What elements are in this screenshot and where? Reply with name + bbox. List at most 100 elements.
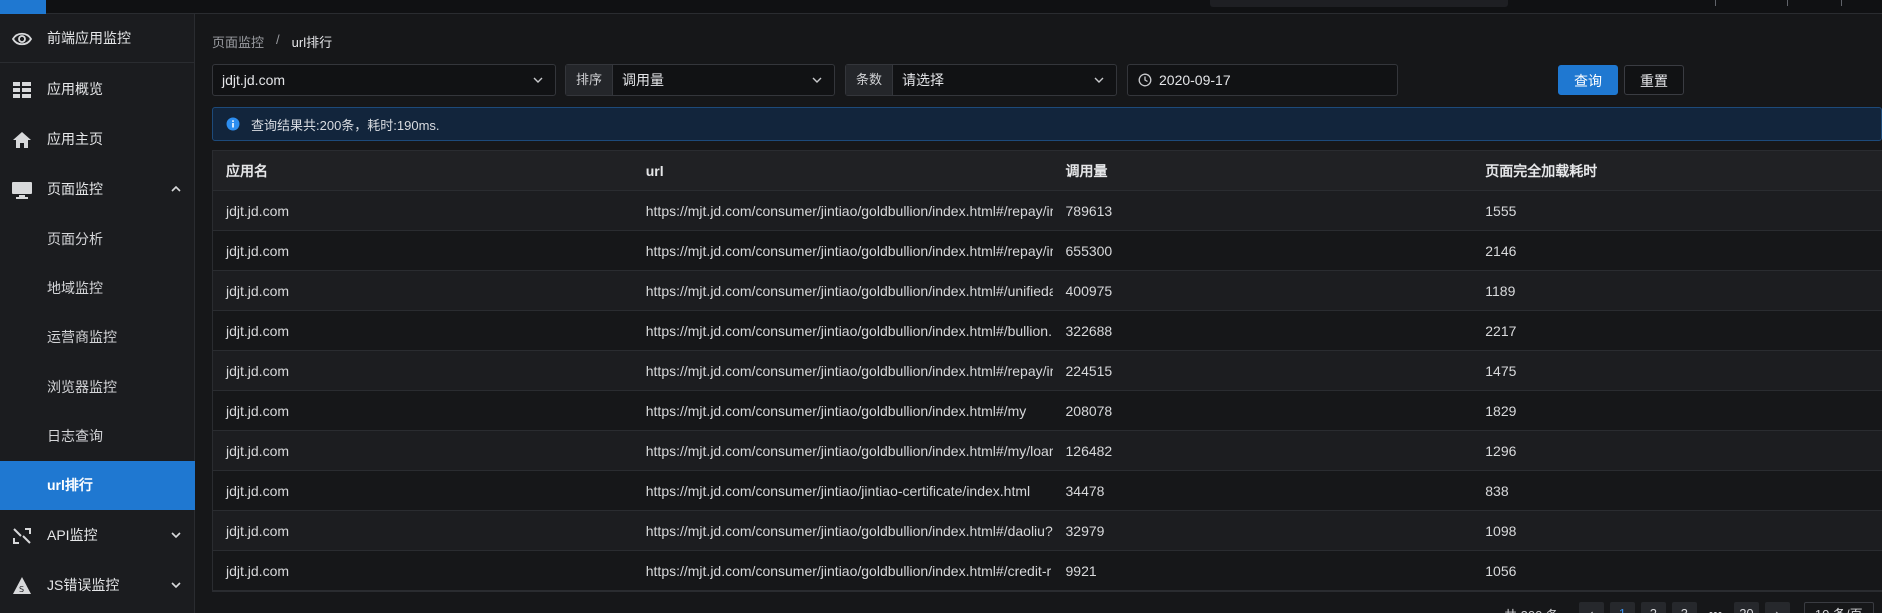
page-button-1[interactable]: 1 <box>1609 602 1635 613</box>
sidebar-item-page-monitor[interactable]: 页面监控 <box>0 165 195 214</box>
cell-url[interactable]: https://mjt.jd.com/consumer/jintiao/gold… <box>633 243 1053 259</box>
chevron-down-icon <box>812 77 822 83</box>
sidebar-section-label: 前端应用监控 <box>47 30 131 46</box>
sidebar-section-title[interactable]: 前端应用监控 <box>0 14 195 63</box>
sidebar-item-url-ranking[interactable]: url排行 <box>0 461 195 510</box>
cell-url[interactable]: https://mjt.jd.com/consumer/jintiao/gold… <box>633 283 1053 299</box>
cell-load-time: 1056 <box>1485 562 1517 579</box>
cell-app: jdjt.jd.com <box>226 522 290 539</box>
cell-url[interactable]: https://mjt.jd.com/consumer/jintiao/jint… <box>633 483 1053 499</box>
sidebar-item-label: 页面分析 <box>47 231 103 247</box>
chevron-down-icon <box>171 532 181 539</box>
cell-load-time: 1555 <box>1485 202 1517 219</box>
sidebar-item-label: 地域监控 <box>47 280 103 296</box>
util-icon[interactable] <box>1710 0 1716 6</box>
cell-app: jdjt.jd.com <box>226 362 290 379</box>
sort-select[interactable]: 排序 调用量 <box>565 64 835 96</box>
app-select-value: jdjt.jd.com <box>222 72 286 88</box>
column-header-app[interactable]: 应用名 <box>213 161 633 181</box>
pagination: 共 200 条 ‹ 1 2 3 ••• 20 › 10 条/页 <box>1504 602 1874 613</box>
sidebar-item-label: 应用主页 <box>47 131 103 147</box>
cell-load-time: 1475 <box>1485 362 1517 379</box>
cell-calls: 126482 <box>1065 442 1113 459</box>
page-button-3[interactable]: 3 <box>1671 602 1697 613</box>
query-button[interactable]: 查询 <box>1558 65 1618 95</box>
cell-url[interactable]: https://mjt.jd.com/consumer/jintiao/gold… <box>633 523 1053 539</box>
sidebar-item-browser-monitor[interactable]: 浏览器监控 <box>0 363 195 412</box>
sidebar-item-js-error-monitor[interactable]: S JS错误监控 <box>0 561 195 610</box>
table-row[interactable]: jdjt.jd.com https://mjt.jd.com/consumer/j… <box>213 311 1882 351</box>
table-body: jdjt.jd.com https://mjt.jd.com/consumer/j… <box>213 191 1882 591</box>
page-size-select[interactable]: 10 条/页 <box>1803 602 1874 613</box>
breadcrumb-parent[interactable]: 页面监控 <box>212 32 264 51</box>
sidebar-item-log-query[interactable]: 日志查询 <box>0 412 195 461</box>
cell-url[interactable]: https://mjt.jd.com/consumer/jintiao/gold… <box>633 203 1053 219</box>
table-row[interactable]: jdjt.jd.com https://mjt.jd.com/consumer/j… <box>213 431 1882 471</box>
breadcrumb-current: url排行 <box>291 35 333 50</box>
table-header-row: 应用名 url 调用量 页面完全加载耗时 <box>213 151 1882 191</box>
cell-url[interactable]: https://mjt.jd.com/consumer/jintiao/gold… <box>633 403 1053 419</box>
count-select-placeholder: 请选择 <box>902 72 945 88</box>
count-select[interactable]: 条数 请选择 <box>845 64 1117 96</box>
next-page-button[interactable]: › <box>1764 602 1790 613</box>
cell-load-time: 2146 <box>1485 242 1517 259</box>
count-label: 条数 <box>846 65 894 95</box>
page-ellipsis[interactable]: ••• <box>1703 602 1728 613</box>
table-row[interactable]: jdjt.jd.com https://mjt.jd.com/consumer/j… <box>213 551 1882 591</box>
cell-url[interactable]: https://mjt.jd.com/consumer/jintiao/gold… <box>633 323 1053 339</box>
table-row[interactable]: jdjt.jd.com https://mjt.jd.com/consumer/j… <box>213 231 1882 271</box>
clock-icon <box>1138 73 1152 87</box>
cell-load-time: 838 <box>1485 482 1509 499</box>
cell-load-time: 1189 <box>1485 282 1516 299</box>
sidebar-item-home[interactable]: 应用主页 <box>0 115 195 164</box>
cell-url[interactable]: https://mjt.jd.com/consumer/jintiao/gold… <box>633 443 1053 459</box>
sidebar-item-overview[interactable]: 应用概览 <box>0 65 195 114</box>
cell-app: jdjt.jd.com <box>226 202 290 219</box>
sidebar-item-page-analysis[interactable]: 页面分析 <box>0 215 195 264</box>
sidebar-item-region-monitor[interactable]: 地域监控 <box>0 264 195 313</box>
column-header-load-time[interactable]: 页面完全加载耗时 <box>1472 161 1882 181</box>
cell-app: jdjt.jd.com <box>226 322 290 339</box>
prev-page-button[interactable]: ‹ <box>1578 602 1604 613</box>
sidebar-item-label: JS错误监控 <box>47 577 120 593</box>
sidebar-item-isp-monitor[interactable]: 运营商监控 <box>0 313 195 362</box>
table-row[interactable]: jdjt.jd.com https://mjt.jd.com/consumer/j… <box>213 471 1882 511</box>
date-picker[interactable]: 2020-09-17 <box>1127 64 1398 96</box>
app-select[interactable]: jdjt.jd.com <box>212 64 556 96</box>
global-search-input[interactable] <box>1210 0 1508 7</box>
sidebar-item-label: 浏览器监控 <box>47 379 117 395</box>
column-header-calls[interactable]: 调用量 <box>1053 161 1473 181</box>
js-icon: S <box>13 577 31 594</box>
cell-url[interactable]: https://mjt.jd.com/consumer/jintiao/gold… <box>633 563 1053 579</box>
table-row[interactable]: jdjt.jd.com https://mjt.jd.com/consumer/j… <box>213 191 1882 231</box>
table-row[interactable]: jdjt.jd.com https://mjt.jd.com/consumer/j… <box>213 511 1882 551</box>
util-icon[interactable] <box>1782 0 1788 6</box>
cell-calls: 9921 <box>1065 562 1097 579</box>
sidebar-item-label: url排行 <box>47 477 93 493</box>
cell-app: jdjt.jd.com <box>226 402 290 419</box>
page-button-last[interactable]: 20 <box>1733 602 1759 613</box>
table-row[interactable]: jdjt.jd.com https://mjt.jd.com/consumer/j… <box>213 271 1882 311</box>
svg-text:S: S <box>19 585 24 594</box>
sidebar-item-api-monitor[interactable]: API监控 <box>0 511 195 560</box>
brand-logo[interactable] <box>0 0 46 14</box>
util-icon[interactable] <box>1836 0 1842 6</box>
api-icon <box>13 528 31 544</box>
eye-icon <box>11 32 33 46</box>
cell-calls: 208078 <box>1065 402 1113 419</box>
chevron-down-icon <box>1094 77 1104 83</box>
table-row[interactable]: jdjt.jd.com https://mjt.jd.com/consumer/j… <box>213 391 1882 431</box>
sidebar-item-label: 应用概览 <box>47 81 103 97</box>
cell-url[interactable]: https://mjt.jd.com/consumer/jintiao/gold… <box>633 363 1053 379</box>
cell-calls: 224515 <box>1065 362 1113 379</box>
sidebar: 前端应用监控 应用概览 应用主页 页面监控 页面分析 地域监控 运营商监控 浏览… <box>0 14 195 613</box>
page-button-2[interactable]: 2 <box>1640 602 1666 613</box>
cell-calls: 34478 <box>1065 482 1105 499</box>
column-header-url[interactable]: url <box>633 163 1053 179</box>
reset-button[interactable]: 重置 <box>1624 65 1684 95</box>
url-ranking-table: 应用名 url 调用量 页面完全加载耗时 jdjt.jd.com https://… <box>212 150 1882 592</box>
monitor-icon <box>12 182 32 199</box>
result-info-text: 查询结果共:200条，耗时:190ms. <box>251 117 440 133</box>
cell-calls: 400975 <box>1065 282 1113 299</box>
table-row[interactable]: jdjt.jd.com https://mjt.jd.com/consumer/j… <box>213 351 1882 391</box>
